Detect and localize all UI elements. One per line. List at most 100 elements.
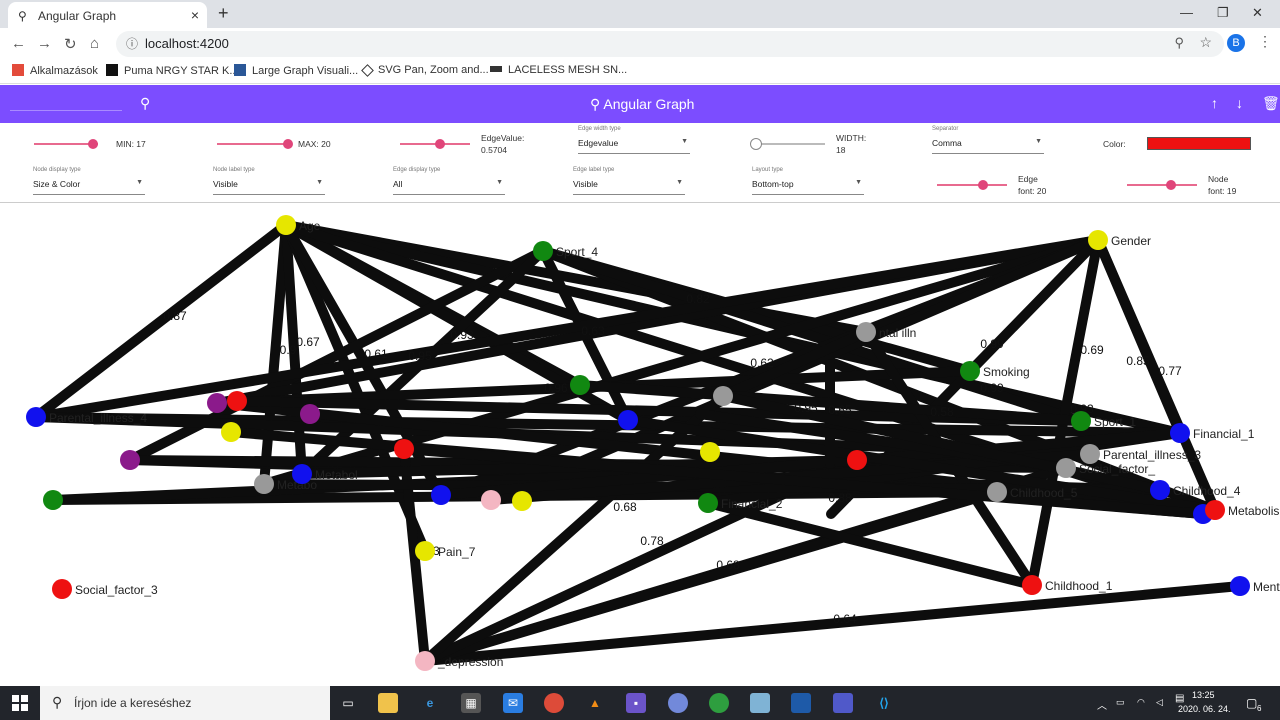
graph-node[interactable] (1071, 411, 1091, 431)
minimize-button[interactable]: — (1180, 5, 1193, 20)
graph-node[interactable] (52, 579, 72, 599)
edge-width-type-select[interactable]: Edge width type Edgevalue ▼ (578, 126, 690, 154)
graph-node[interactable] (512, 491, 532, 511)
graph-node[interactable] (415, 651, 435, 671)
profile-avatar[interactable]: B (1227, 34, 1245, 52)
home-icon[interactable]: ⌂ (90, 35, 99, 52)
graph-node[interactable] (1022, 575, 1042, 595)
graph-node[interactable] (276, 215, 296, 235)
clock-date[interactable]: 2020. 06. 24. (1178, 704, 1231, 714)
graph-node[interactable] (713, 386, 733, 406)
discord-icon[interactable] (668, 693, 688, 713)
arrow-up-icon[interactable]: ↑ (1211, 95, 1218, 111)
maximize-button[interactable]: ❐ (1217, 5, 1229, 21)
graph-node[interactable] (120, 450, 140, 470)
vlc-icon[interactable]: ▲ (585, 693, 605, 713)
tray-chevron-icon[interactable]: ︿ (1097, 697, 1107, 712)
graph-node[interactable] (207, 393, 227, 413)
notification-icon[interactable]: ▢ (1246, 696, 1257, 710)
bookmark-apps[interactable]: Alkalmazások (12, 64, 98, 77)
bookmark-puma[interactable]: Puma NRGY STAR K... (106, 64, 239, 77)
volume-icon[interactable]: ◁ (1156, 697, 1163, 708)
graph-node[interactable] (415, 541, 435, 561)
browser-tab[interactable]: ⚲ Angular Graph × (8, 2, 207, 28)
bookmark-large-graph[interactable]: Large Graph Visuali... (234, 64, 358, 77)
graph-node[interactable] (618, 410, 638, 430)
max-slider-thumb[interactable] (283, 139, 293, 149)
close-tab-icon[interactable]: × (191, 7, 199, 23)
graph-node[interactable] (570, 375, 590, 395)
graph-node[interactable] (533, 241, 553, 261)
graph-node[interactable] (292, 464, 312, 484)
graph-node[interactable] (1205, 500, 1225, 520)
vscode-icon[interactable]: ⟨⟩ (874, 693, 894, 713)
graph-node[interactable] (1170, 423, 1190, 443)
delete-icon[interactable]: 🗑 (1262, 95, 1280, 112)
edge-font-slider[interactable] (937, 184, 1007, 186)
width-slider-thumb[interactable] (750, 138, 762, 150)
battery-icon[interactable]: ▭ (1116, 697, 1125, 708)
graph-node[interactable] (227, 391, 247, 411)
task-view-icon[interactable]: ▭ (338, 693, 358, 713)
graph-node[interactable] (254, 474, 274, 494)
edge-display-type-select[interactable]: Edge display type All ▼ (393, 167, 505, 195)
more-menu-icon[interactable]: ⋮ (1258, 33, 1272, 50)
graph-node[interactable] (1088, 230, 1108, 250)
file-explorer-icon[interactable] (378, 693, 398, 713)
node-label-type-select[interactable]: Node label type Visible ▼ (213, 167, 325, 195)
color-picker[interactable] (1147, 137, 1251, 150)
bookmark-star-icon[interactable]: ☆ (1199, 34, 1212, 51)
graph-node[interactable] (1230, 576, 1250, 596)
graph-node[interactable] (221, 422, 241, 442)
graph-node[interactable] (26, 407, 46, 427)
graph-node[interactable] (856, 322, 876, 342)
windows-start-icon[interactable] (12, 695, 28, 711)
graph-node[interactable] (698, 493, 718, 513)
utorrent-icon[interactable] (709, 693, 729, 713)
graph-node[interactable] (987, 482, 1007, 502)
chrome-icon[interactable] (544, 693, 564, 713)
url-text[interactable]: localhost:4200 (145, 36, 229, 51)
teams-icon[interactable] (833, 693, 853, 713)
graph-node[interactable] (43, 490, 63, 510)
graph-node[interactable] (1056, 458, 1076, 478)
graph-node[interactable] (431, 485, 451, 505)
node-font-slider-thumb[interactable] (1166, 180, 1176, 190)
reload-icon[interactable]: ↻ (64, 35, 77, 53)
edge-value-slider-thumb[interactable] (435, 139, 445, 149)
back-icon[interactable]: ← (11, 35, 26, 52)
graph-edge[interactable] (31, 220, 291, 422)
zoom-icon[interactable]: ⚲ (1174, 35, 1184, 51)
node-font-slider[interactable] (1127, 184, 1197, 186)
app-icon[interactable] (750, 693, 770, 713)
search-icon[interactable]: ⚲ (140, 95, 150, 112)
width-slider[interactable] (755, 143, 825, 145)
search-input[interactable] (10, 110, 122, 111)
graph-node[interactable] (300, 404, 320, 424)
clock-time[interactable]: 13:25 (1192, 690, 1215, 700)
taskbar-search[interactable]: ⚲ Írjon ide a kereséshez (40, 686, 330, 720)
forward-icon[interactable]: → (37, 35, 52, 52)
save-icon[interactable]: ▪ (626, 693, 646, 713)
store-icon[interactable]: ▦ (461, 693, 481, 713)
arrow-down-icon[interactable]: ↓ (1236, 95, 1243, 111)
node-display-type-select[interactable]: Node display type Size & Color ▼ (33, 167, 145, 195)
edge-browser-icon[interactable]: e (420, 693, 440, 713)
graph-node[interactable] (481, 490, 501, 510)
max-slider[interactable] (217, 143, 291, 145)
close-window-button[interactable]: ✕ (1252, 5, 1263, 21)
remote-desktop-icon[interactable] (791, 693, 811, 713)
edge-label-type-select[interactable]: Edge label type Visible ▼ (573, 167, 685, 195)
address-bar[interactable]: ⓘ localhost:4200 ⚲ ☆ (116, 31, 1224, 57)
graph-node[interactable] (1080, 444, 1100, 464)
graph-node[interactable] (960, 361, 980, 381)
mail-icon[interactable]: ✉ (503, 693, 523, 713)
new-tab-button[interactable]: + (218, 3, 229, 24)
graph-node[interactable] (847, 450, 867, 470)
bookmark-laceless[interactable]: LACELESS MESH SN... (490, 64, 627, 76)
wifi-icon[interactable]: ◠ (1137, 697, 1145, 708)
info-icon[interactable]: ⓘ (126, 35, 138, 52)
bookmark-svg-pan[interactable]: SVG Pan, Zoom and... (361, 64, 489, 77)
edge-font-slider-thumb[interactable] (978, 180, 988, 190)
graph-node[interactable] (394, 439, 414, 459)
